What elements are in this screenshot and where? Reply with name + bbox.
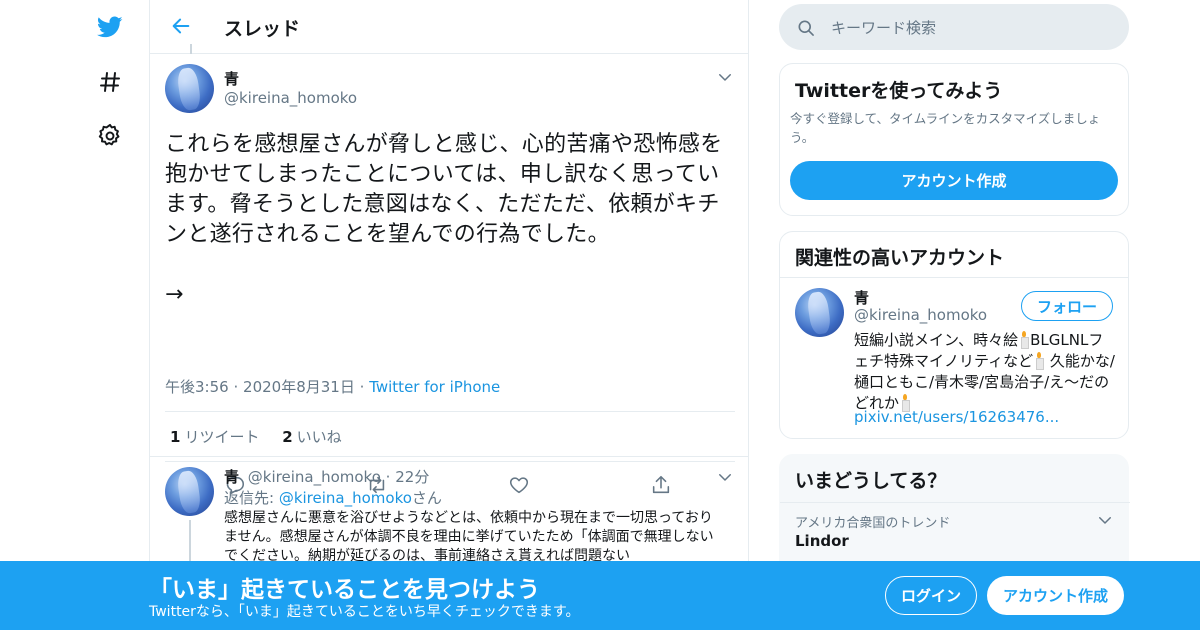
card-title: 関連性の高いアカウント <box>795 247 1005 269</box>
back-arrow-icon[interactable] <box>166 11 196 41</box>
retweet-label: リツイート <box>184 428 260 446</box>
account-url-link[interactable]: pixiv.net/users/16263476... <box>854 408 1059 426</box>
chevron-down-icon[interactable] <box>716 68 734 86</box>
create-account-button[interactable]: アカウント作成 <box>790 161 1118 200</box>
search-bar[interactable]: キーワード検索 <box>779 4 1129 50</box>
tweet-source-link[interactable]: Twitter for iPhone <box>369 378 500 396</box>
tweet-text: これらを感想屋さんが脅しと感じ、心的苦痛や恐怖感を抱かせてしまったことについては… <box>165 132 723 247</box>
meta-dot: · <box>385 468 391 486</box>
tweet-author-handle[interactable]: @kireina_homoko <box>224 89 357 107</box>
like-label: いいね <box>296 428 342 446</box>
reply-to-link[interactable]: @kireina_homoko <box>279 489 412 507</box>
tweet-continuation-arrow: → <box>165 282 184 307</box>
share-icon[interactable] <box>650 474 674 498</box>
trend-item[interactable]: Lindor <box>795 532 849 550</box>
tweet-date[interactable]: 2020年8月31日 <box>243 378 355 396</box>
replying-to: 返信先: @kireina_homokoさん <box>224 487 442 508</box>
chevron-down-icon[interactable] <box>716 468 734 486</box>
follow-button[interactable]: フォロー <box>1021 291 1113 321</box>
avatar[interactable] <box>165 64 214 113</box>
account-handle[interactable]: @kireina_homoko <box>854 306 987 324</box>
retweet-stat[interactable]: 1 リツイート <box>170 428 259 446</box>
twitter-logo-icon[interactable] <box>85 5 135 49</box>
candle-icon <box>1034 352 1045 370</box>
account-name[interactable]: 青 <box>854 287 869 308</box>
banner-subtitle: Twitterなら、「いま」起きていることをいち早くチェックできます。 <box>149 604 580 620</box>
hashtag-icon[interactable] <box>85 60 135 104</box>
trend-location: アメリカ合衆国のトレンド <box>795 516 951 531</box>
reply-suffix: さん <box>411 489 442 507</box>
tweet-timestamp: 午後3:56 · 2020年8月31日 · Twitter for iPhone <box>165 376 500 397</box>
like-count: 2 <box>282 428 293 446</box>
bio-text: 短編小説メイン、時々絵 <box>854 331 1019 349</box>
reply-prefix: 返信先: <box>224 489 279 507</box>
signup-card: Twitterを使ってみよう 今すぐ登録して、タイムラインをカスタマイズしましょ… <box>779 63 1129 216</box>
left-nav <box>80 0 140 630</box>
divider <box>150 456 748 457</box>
avatar[interactable] <box>795 288 844 337</box>
card-description: 今すぐ登録して、タイムラインをカスタマイズしましょう。 <box>790 111 1101 145</box>
tweet-age[interactable]: 22分 <box>395 468 429 486</box>
account-bio: 短編小説メイン、時々絵 BLGLNLフェチ特殊マイノリティなど 久能かな/樋口とも… <box>854 330 1116 414</box>
tweet-author-handle[interactable]: @kireina_homoko <box>248 468 381 486</box>
meta-dot: · <box>359 378 365 396</box>
tweet-author-name[interactable]: 青 <box>224 468 239 486</box>
candle-icon <box>1019 331 1030 349</box>
reply-header: 青 @kireina_homoko · 22分 <box>224 466 429 487</box>
page-title: スレッド <box>224 18 301 40</box>
avatar[interactable] <box>165 467 214 516</box>
gear-icon[interactable] <box>85 114 135 158</box>
thread-connector <box>190 44 192 54</box>
search-icon <box>798 20 814 36</box>
tweet-time[interactable]: 午後3:56 <box>165 378 229 396</box>
like-stat[interactable]: 2 いいね <box>282 428 341 446</box>
tweet-stats: 1 リツイート 2 いいね <box>170 426 360 447</box>
thread-header: スレッド <box>150 0 748 54</box>
chevron-down-icon[interactable] <box>1096 511 1114 529</box>
login-button[interactable]: ログイン <box>885 576 977 615</box>
card-title: Twitterを使ってみよう <box>795 80 1003 102</box>
search-input[interactable]: キーワード検索 <box>831 17 936 38</box>
meta-dot: · <box>233 378 239 396</box>
retweet-count: 1 <box>170 428 181 446</box>
main-column: スレッド 青 @kireina_homoko これらを感想屋さんが脅しと感じ、心… <box>149 0 749 630</box>
tweet-text: 感想屋さんに悪意を浴びせようなどとは、依頼中から現在まで一切思っておりません。感… <box>224 510 714 564</box>
divider <box>165 411 735 412</box>
card-title: いまどうしてる？ <box>795 470 947 492</box>
create-account-button[interactable]: アカウント作成 <box>987 576 1124 615</box>
heart-icon[interactable] <box>508 474 532 498</box>
related-accounts-card: 関連性の高いアカウント 青 @kireina_homoko フォロー 短編小説メ… <box>779 231 1129 439</box>
page: スレッド 青 @kireina_homoko これらを感想屋さんが脅しと感じ、心… <box>0 0 1200 630</box>
divider <box>780 277 1128 278</box>
banner-title: 「いま」起きていることを見つけよう <box>149 577 540 603</box>
divider <box>165 461 735 462</box>
divider <box>780 502 1130 503</box>
tweet-author-name[interactable]: 青 <box>224 68 239 89</box>
signup-banner: 「いま」起きていることを見つけよう Twitterなら、「いま」起きていることを… <box>0 561 1200 630</box>
